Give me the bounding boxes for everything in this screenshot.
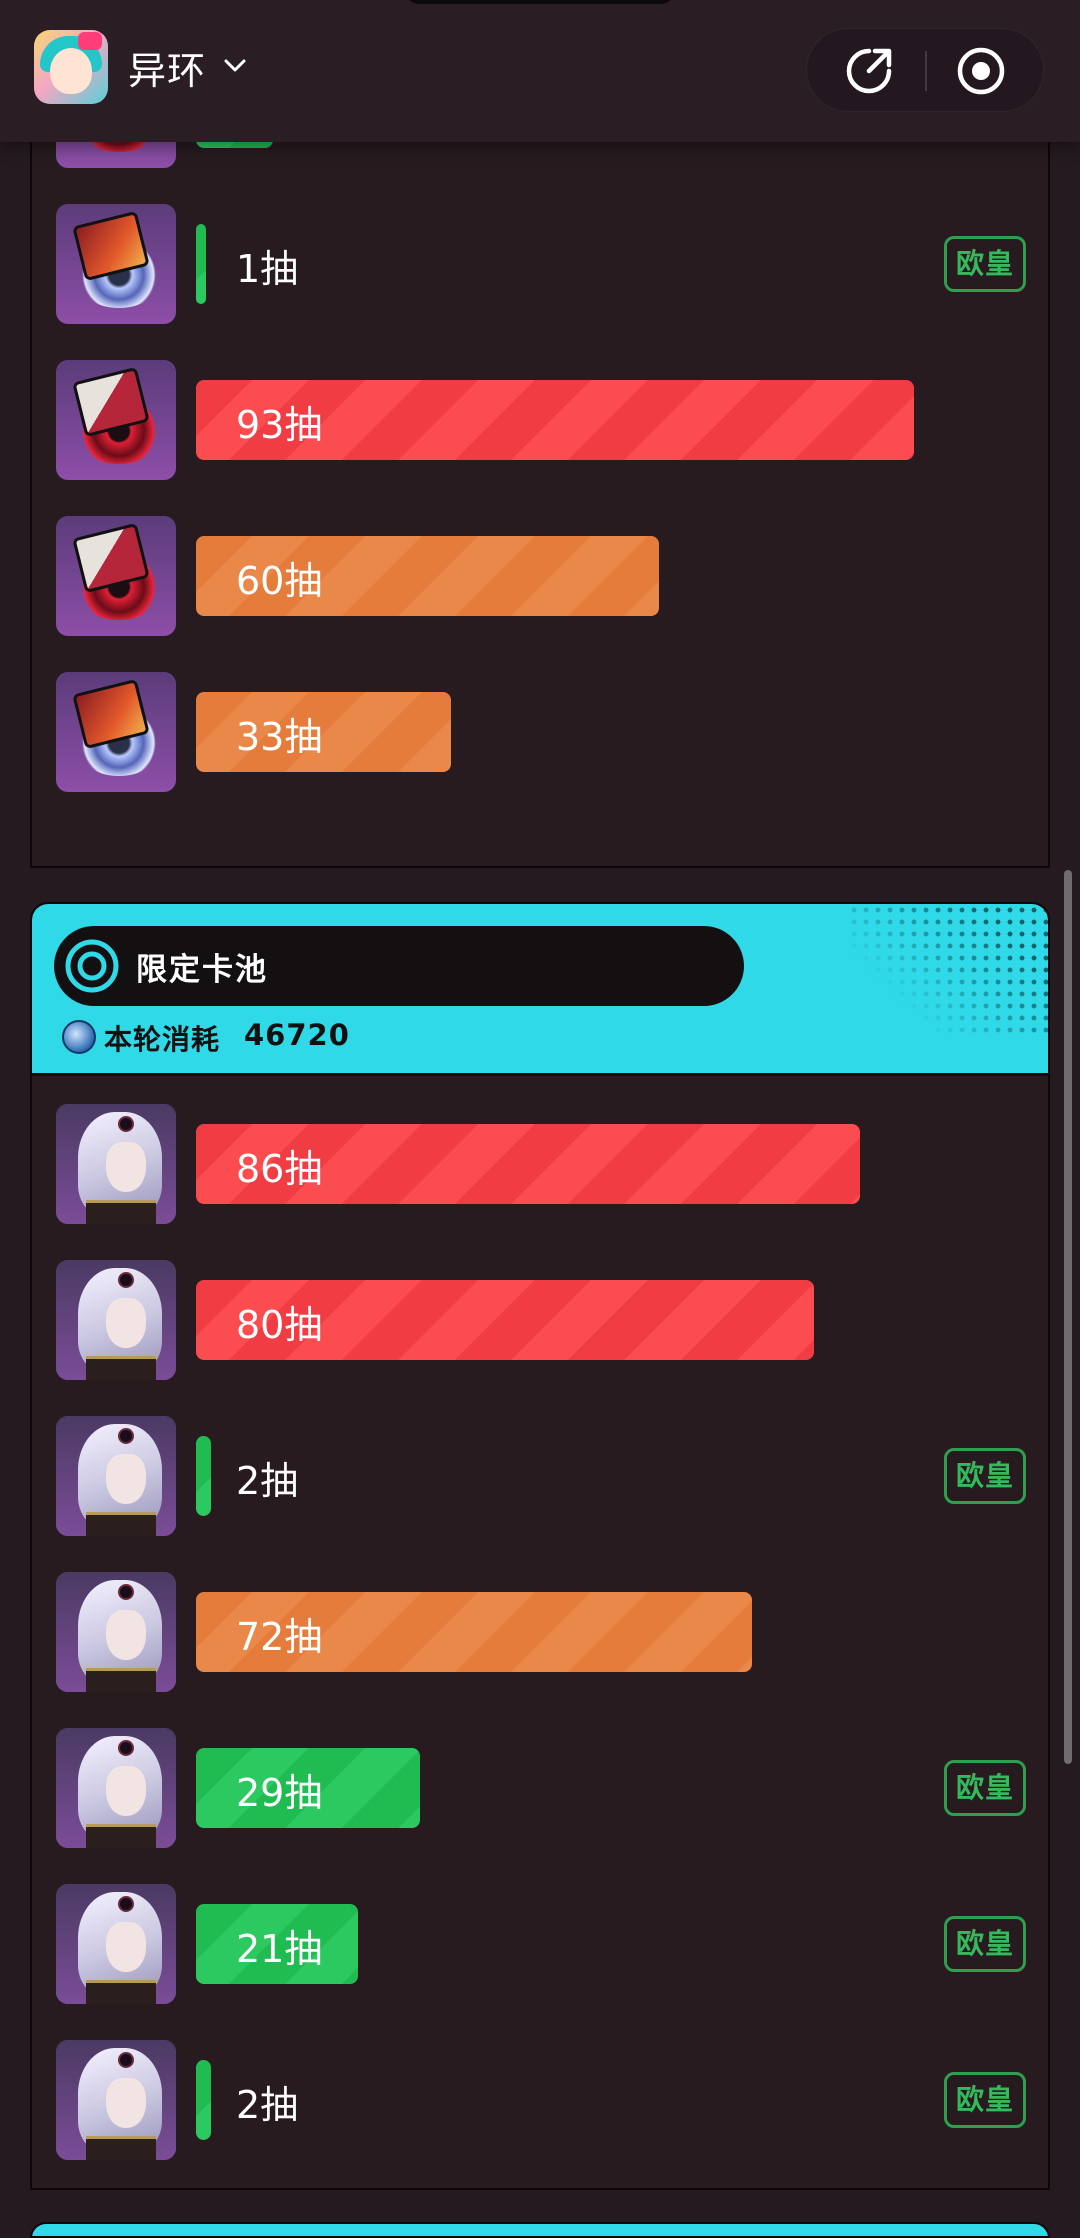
avatar-face	[106, 2078, 146, 2128]
scrollbar[interactable]	[1064, 870, 1072, 1764]
avatar-collar	[86, 1200, 156, 1224]
app-header: 异环	[0, 0, 1080, 142]
lucky-badge: 欧皇	[944, 2072, 1026, 2128]
app-icon-face	[50, 48, 92, 94]
pull-record-row[interactable]: 33抽	[56, 672, 1026, 792]
pull-count-label: 93抽	[236, 403, 323, 447]
banner-dot-pattern	[848, 904, 1048, 1034]
pull-bar-orange	[196, 692, 451, 772]
avatar-ornament	[118, 1116, 134, 1132]
pull-record-row[interactable]: 60抽	[56, 516, 1026, 636]
avatar-face	[106, 1610, 146, 1660]
avatar-face	[106, 1766, 146, 1816]
pull-record-row[interactable]: 93抽	[56, 360, 1026, 480]
avatar-collar	[86, 1668, 156, 1692]
lucky-badge: 欧皇	[944, 1760, 1026, 1816]
avatar[interactable]	[56, 360, 176, 480]
target-icon	[65, 939, 119, 993]
pull-count-label: 60抽	[236, 559, 323, 603]
pool-card-top: 10抽欧皇1抽欧皇93抽60抽33抽	[30, 48, 1050, 868]
avatar-collar	[86, 1512, 156, 1536]
pull-record-row[interactable]: 72抽	[56, 1572, 1026, 1692]
avatar[interactable]	[56, 1104, 176, 1224]
avatar-face	[106, 1298, 146, 1348]
avatar[interactable]	[56, 204, 176, 324]
pull-count-label: 80抽	[236, 1303, 323, 1347]
avatar-collar	[86, 1980, 156, 2004]
pool-card-limited: 限定卡池 本轮消耗 46720 86抽 80抽 2抽 欧皇 72抽 29抽 欧皇 21抽 欧皇 2…	[30, 902, 1050, 2190]
avatar-ornament	[118, 1428, 134, 1444]
avatar-ornament	[118, 2052, 134, 2068]
pull-count-label: 29抽	[236, 1771, 323, 1815]
pull-count-label: 2抽	[236, 1459, 299, 1503]
pull-count-label: 72抽	[236, 1615, 323, 1659]
avatar[interactable]	[56, 1416, 176, 1536]
pull-record-row[interactable]: 2抽 欧皇	[56, 2040, 1026, 2160]
limited-pool-title: 限定卡池	[136, 952, 268, 988]
pull-record-row[interactable]: 21抽 欧皇	[56, 1884, 1026, 2004]
pull-count-label: 33抽	[236, 715, 323, 759]
pill-divider	[925, 51, 927, 91]
limited-pool-title-pill: 限定卡池	[54, 926, 744, 1006]
lucky-badge: 欧皇	[944, 236, 1026, 292]
pull-count-label: 86抽	[236, 1147, 323, 1191]
currency-icon	[62, 1020, 96, 1054]
avatar[interactable]	[56, 1572, 176, 1692]
avatar[interactable]	[56, 672, 176, 792]
device-notch	[405, 0, 675, 4]
avatar-collar	[86, 1356, 156, 1380]
avatar-face	[106, 1922, 146, 1972]
avatar-collar	[86, 2136, 156, 2160]
pull-count-label: 1抽	[236, 247, 299, 291]
lucky-badge: 欧皇	[944, 1916, 1026, 1972]
pull-count-label: 2抽	[236, 2083, 299, 2127]
avatar-collar	[86, 1824, 156, 1848]
record-icon[interactable]	[955, 45, 1007, 97]
cost-label: 本轮消耗	[104, 1023, 221, 1056]
pull-record-row[interactable]: 29抽 欧皇	[56, 1728, 1026, 1848]
app-icon-bow	[78, 32, 102, 50]
app-icon[interactable]	[34, 30, 108, 104]
avatar[interactable]	[56, 1728, 176, 1848]
pull-bar-green	[196, 2060, 211, 2140]
avatar-ornament	[118, 1740, 134, 1756]
pull-record-row[interactable]: 86抽	[56, 1104, 1026, 1224]
pull-record-row[interactable]: 2抽 欧皇	[56, 1416, 1026, 1536]
limited-pool-banner: 限定卡池 本轮消耗 46720	[32, 904, 1048, 1076]
avatar-face	[106, 1454, 146, 1504]
pull-bar-green	[196, 224, 206, 304]
share-icon[interactable]	[843, 45, 895, 97]
cost-value: 46720	[244, 1018, 350, 1052]
pull-record-row[interactable]: 80抽	[56, 1260, 1026, 1380]
avatar[interactable]	[56, 516, 176, 636]
avatar[interactable]	[56, 2040, 176, 2160]
lucky-badge: 欧皇	[944, 1448, 1026, 1504]
pull-record-row[interactable]: 1抽 欧皇	[56, 204, 1026, 324]
pull-count-label: 21抽	[236, 1927, 323, 1971]
chevron-down-icon[interactable]	[220, 50, 250, 80]
pull-bar-green	[196, 1436, 211, 1516]
next-card-edge	[30, 2222, 1050, 2238]
header-action-pill	[806, 28, 1044, 112]
avatar[interactable]	[56, 1884, 176, 2004]
avatar-ornament	[118, 1896, 134, 1912]
avatar-ornament	[118, 1272, 134, 1288]
avatar-ornament	[118, 1584, 134, 1600]
app-title[interactable]: 异环	[128, 40, 206, 95]
avatar-face	[106, 1142, 146, 1192]
avatar[interactable]	[56, 1260, 176, 1380]
